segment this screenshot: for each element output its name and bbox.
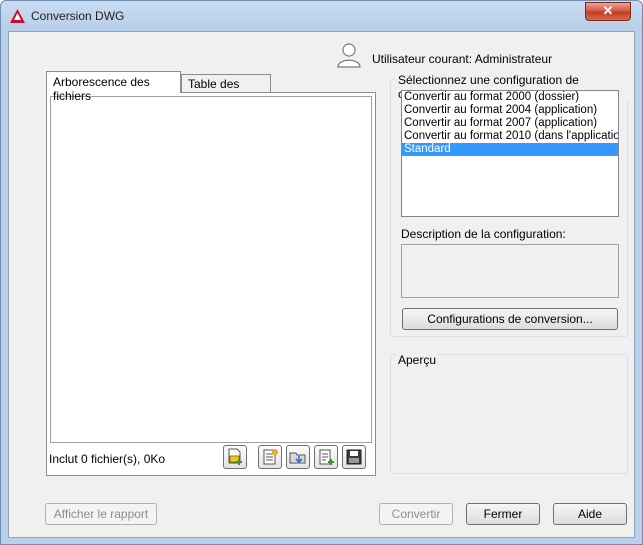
config-item[interactable]: Convertir au format 2007 (application) [402,117,618,130]
tab-file-tree[interactable]: Arborescence des fichiers [46,71,181,103]
help-button[interactable]: Aide [553,503,627,525]
window-close-button[interactable]: ✕ [585,2,631,21]
add-file-button[interactable] [223,445,247,469]
current-user-label: Utilisateur courant: Administrateur [372,52,553,66]
file-tree-view[interactable] [50,96,372,443]
new-list-button[interactable] [314,445,338,469]
close-button[interactable]: Fermer [466,503,540,525]
add-file-icon [228,448,242,465]
config-item-selected[interactable]: Standard [402,143,618,156]
title-bar[interactable]: Conversion DWG ✕ [1,1,642,31]
preview-label: Aperçu [396,353,439,367]
preview-group [390,354,628,474]
dialog-body: Utilisateur courant: Administrateur Arbo… [8,31,635,538]
show-report-button[interactable]: Afficher le rapport [45,503,157,525]
convert-button[interactable]: Convertir [379,503,453,525]
config-item[interactable]: Convertir au format 2000 (dossier) [402,91,618,104]
file-count-status: Inclut 0 fichier(s), 0Ko [49,452,166,466]
open-list-button[interactable] [286,445,310,469]
open-list-icon [289,452,306,464]
config-listbox[interactable]: Convertir au format 2000 (dossier) Conve… [401,90,619,217]
description-box [401,244,619,298]
save-list-button[interactable] [342,445,366,469]
tab-file-table[interactable]: Table des fichiers [181,74,271,105]
append-list-button[interactable] [258,445,282,469]
save-list-icon [346,449,362,465]
file-tree-panel: Inclut 0 fichier(s), 0Ko [46,92,376,476]
description-label: Description de la configuration: [401,227,566,241]
autocad-logo-icon [10,9,25,23]
append-list-icon [263,449,278,465]
config-item[interactable]: Convertir au format 2010 (dans l'applica… [402,130,618,143]
config-item[interactable]: Convertir au format 2004 (application) [402,104,618,117]
new-list-icon [319,449,334,465]
user-icon [337,43,361,68]
conversion-configs-button[interactable]: Configurations de conversion... [402,308,618,330]
dialog-window: Conversion DWG ✕ Utilisateur courant: Ad… [0,0,643,545]
window-title: Conversion DWG [31,9,125,23]
